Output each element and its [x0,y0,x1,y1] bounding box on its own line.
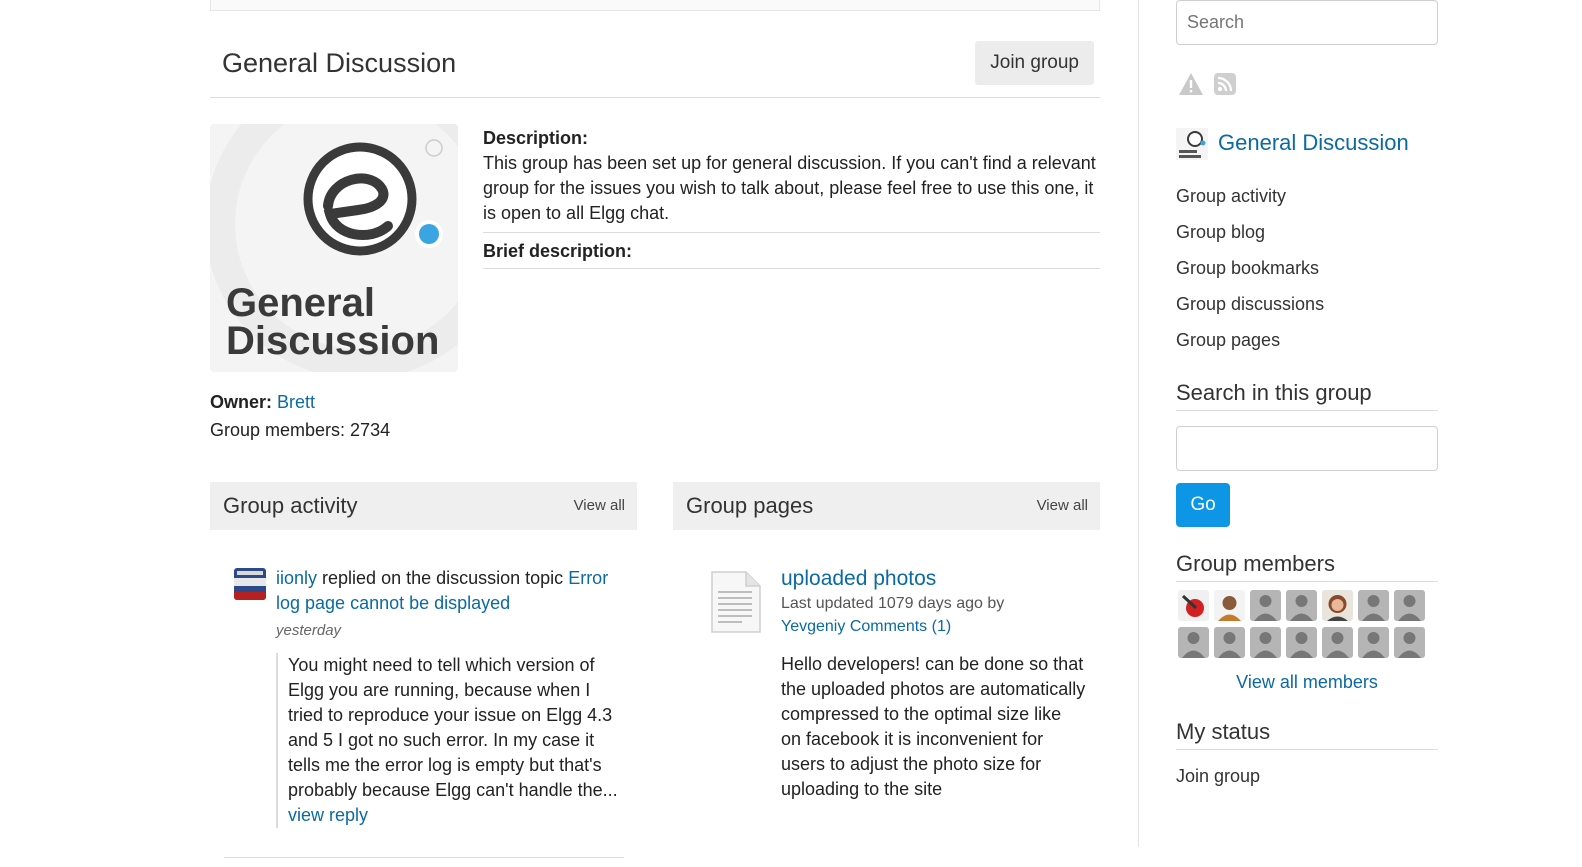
activity-action-text: replied on the discussion topic [317,568,569,588]
brief-description: Brief description: [483,233,1100,269]
activity-excerpt-text: You might need to tell which version of … [288,655,618,800]
my-status-heading: My status [1176,719,1438,750]
pages-view-all-link[interactable]: View all [1037,497,1088,514]
view-all-members-link[interactable]: View all members [1176,672,1438,693]
menu-item-group-pages[interactable]: Group pages [1176,322,1324,358]
brief-description-label: Brief description: [483,241,633,261]
group-menu: Group activity Group blog Group bookmark… [1176,178,1324,358]
join-group-button[interactable]: Join group [975,41,1094,85]
rss-icon[interactable] [1214,73,1237,100]
group-search-input[interactable] [1176,426,1438,471]
member-avatar[interactable] [1250,627,1281,658]
search-input[interactable] [1176,0,1438,45]
main-content: General Discussion Join group General Di… [210,40,1100,858]
description-block: Description: This group has been set up … [483,126,1100,233]
owner-link[interactable]: Brett [277,392,315,412]
go-button[interactable]: Go [1176,483,1230,527]
top-breadcrumb-bar [210,0,1100,11]
activity-divider [224,857,624,858]
member-avatar[interactable] [1178,590,1209,621]
search-in-group-heading: Search in this group [1176,380,1438,411]
description-label: Description: [483,128,589,148]
page-author-link[interactable]: Yevgeniy [781,618,845,635]
member-avatar[interactable] [1322,627,1353,658]
menu-item-group-blog[interactable]: Group blog [1176,214,1324,250]
group-description: Description: This group has been set up … [483,126,1100,269]
activity-user-link[interactable]: iionly [276,568,317,588]
user-avatar[interactable] [234,568,266,600]
page-meta: Last updated 1079 days ago by [781,595,1005,612]
member-avatar[interactable] [1250,590,1281,621]
page-title-link[interactable]: uploaded photos [781,567,936,590]
group-members-count: Group members: 2734 [210,420,391,440]
page-title: General Discussion [222,48,457,78]
member-avatar[interactable] [1358,627,1389,658]
report-warning-icon[interactable] [1178,72,1204,101]
menu-item-group-activity[interactable]: Group activity [1176,178,1324,214]
document-icon [708,570,762,634]
status-join-group-link[interactable]: Join group [1176,766,1260,787]
page-excerpt: Hello developers! can be done so that th… [781,654,1086,799]
member-avatar[interactable] [1286,590,1317,621]
group-pages-module: Group pages View all uploaded photos Las… [673,482,1100,799]
sidebar-group-name[interactable]: General Discussion [1218,130,1409,156]
sidebar-divider [1138,0,1139,847]
page-meta-links: Yevgeniy Comments (1) [781,615,1086,638]
group-activity-header: Group activity View all [210,482,637,530]
title-row: General Discussion Join group [210,40,1100,98]
member-avatar[interactable] [1214,590,1245,621]
group-pages-title: Group pages [686,493,814,518]
page-comments-link[interactable]: Comments (1) [850,618,951,635]
group-pages-header: Group pages View all [673,482,1100,530]
logo-text-line2: Discussion [226,319,439,363]
group-mini-logo[interactable] [1176,128,1208,160]
owner-label: Owner: [210,392,273,412]
activity-summary: iionly replied on the discussion topic E… [276,566,621,616]
menu-item-group-discussions[interactable]: Group discussions [1176,286,1324,322]
owner-info: Owner: Brett Group members: 2734 [210,388,390,444]
group-activity-module: Group activity View all iionly replied o… [210,482,637,858]
group-logo: General Discussion [210,124,458,372]
member-avatar[interactable] [1394,627,1425,658]
member-avatar[interactable] [1178,627,1209,658]
view-reply-link[interactable]: view reply [288,805,368,825]
member-avatar[interactable] [1358,590,1389,621]
menu-item-group-bookmarks[interactable]: Group bookmarks [1176,250,1324,286]
group-activity-title: Group activity [223,493,358,518]
page-body: uploaded photos Last updated 1079 days a… [781,566,1086,802]
activity-time: yesterday [276,622,342,639]
activity-excerpt: You might need to tell which version of … [276,653,621,828]
member-avatar[interactable] [1286,627,1317,658]
member-avatar[interactable] [1214,627,1245,658]
activity-body: iionly replied on the discussion topic E… [276,566,621,828]
member-avatar[interactable] [1394,590,1425,621]
sidebar-icons [1178,72,1242,101]
member-avatar[interactable] [1322,590,1353,621]
activity-view-all-link[interactable]: View all [574,497,625,514]
description-text: This group has been set up for general d… [483,153,1096,223]
group-members-heading: Group members [1176,551,1438,582]
